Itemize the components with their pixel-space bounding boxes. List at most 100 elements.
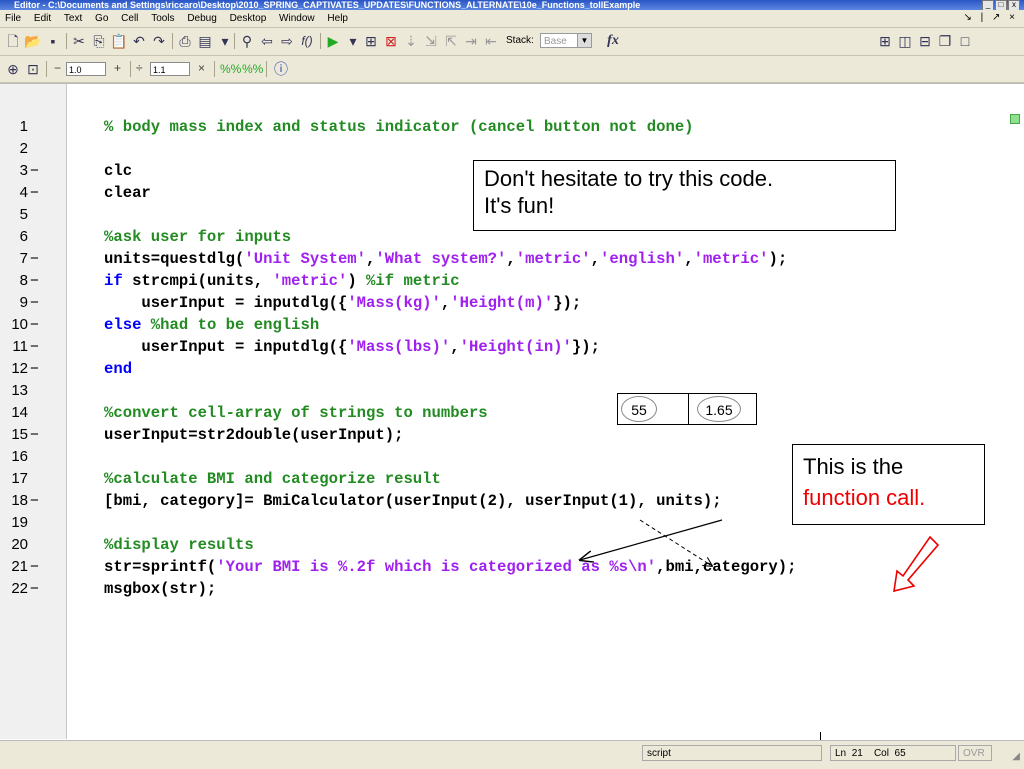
menu-text[interactable]: Text: [59, 10, 87, 24]
chevron-down-icon[interactable]: ▾: [344, 32, 362, 50]
message-indicator[interactable]: [1010, 114, 1020, 124]
cut-icon[interactable]: ✂: [70, 32, 88, 50]
breakpoint-marker[interactable]: −: [30, 248, 39, 270]
increment-value-input[interactable]: 1.0: [66, 62, 106, 76]
stack-select[interactable]: Base ▼: [540, 33, 592, 48]
menu-cell[interactable]: Cell: [116, 10, 143, 24]
print-icon[interactable]: ⎙: [176, 32, 194, 50]
evaluate-cell-icon[interactable]: ⊡: [24, 60, 42, 78]
open-file-icon[interactable]: 📂: [24, 32, 42, 50]
step-icon[interactable]: ⇣: [402, 32, 420, 50]
menu-edit[interactable]: Edit: [29, 10, 56, 24]
code-text[interactable]: userInput = inputdlg({'Mass(lbs)','Heigh…: [104, 336, 600, 358]
divide-button[interactable]: ÷: [136, 61, 143, 75]
code-text[interactable]: userInput=str2double(userInput);: [104, 424, 403, 446]
minimize-button[interactable]: _: [982, 0, 994, 10]
code-line[interactable]: 8− if strcmpi(units, 'metric') %if metric: [0, 270, 1000, 292]
code-text[interactable]: clc: [104, 160, 132, 182]
code-text[interactable]: %convert cell-array of strings to number…: [104, 402, 488, 424]
code-line[interactable]: 1 % body mass index and status indicator …: [0, 116, 1000, 138]
code-text[interactable]: %calculate BMI and categorize result: [104, 468, 441, 490]
breakpoint-marker[interactable]: −: [30, 292, 39, 314]
code-line[interactable]: 13: [0, 380, 1000, 402]
menu-go[interactable]: Go: [90, 10, 113, 24]
step-in-icon[interactable]: ⇲: [422, 32, 440, 50]
code-text[interactable]: else %had to be english: [104, 314, 319, 336]
multiply-button[interactable]: ×: [198, 61, 205, 75]
scale-value-input[interactable]: 1.1: [150, 62, 190, 76]
undo-icon[interactable]: ↶: [130, 32, 148, 50]
info-icon[interactable]: ⓘ: [272, 60, 290, 78]
code-line[interactable]: 11− userInput = inputdlg({'Mass(lbs)','H…: [0, 336, 1000, 358]
breakpoint-marker[interactable]: −: [30, 336, 39, 358]
copy-icon[interactable]: ⎘: [90, 32, 108, 50]
code-line[interactable]: 2: [0, 138, 1000, 160]
code-line[interactable]: 7− units=questdlg('Unit System','What sys…: [0, 248, 1000, 270]
menu-tools[interactable]: Tools: [146, 10, 179, 24]
menu-window[interactable]: Window: [274, 10, 320, 24]
menu-help[interactable]: Help: [322, 10, 353, 24]
code-line[interactable]: 14 %convert cell-array of strings to numb…: [0, 402, 1000, 424]
menu-desktop[interactable]: Desktop: [225, 10, 272, 24]
uncomment-icon[interactable]: %%: [242, 60, 263, 78]
menu-file[interactable]: File: [0, 10, 26, 24]
breakpoint-marker[interactable]: −: [30, 182, 39, 204]
fx-icon[interactable]: fx: [604, 32, 622, 50]
new-file-icon[interactable]: 🗋: [4, 32, 22, 50]
maximize-doc-icon[interactable]: □: [956, 32, 974, 50]
resize-grip-icon[interactable]: ◢: [1012, 751, 1020, 762]
code-text[interactable]: if strcmpi(units, 'metric') %if metric: [104, 270, 460, 292]
insert-cell-icon[interactable]: ⊕: [4, 60, 22, 78]
comment-icon[interactable]: %%: [220, 60, 241, 78]
breakpoint-marker[interactable]: −: [30, 160, 39, 182]
binoculars-icon[interactable]: ⚲: [238, 32, 256, 50]
breakpoint-marker[interactable]: −: [30, 358, 39, 380]
code-line[interactable]: 9− userInput = inputdlg({'Mass(kg)','Hei…: [0, 292, 1000, 314]
fx-function-icon[interactable]: f(): [298, 32, 316, 50]
breakpoint-marker[interactable]: −: [30, 556, 39, 578]
code-text[interactable]: %display results: [104, 534, 254, 556]
close-button[interactable]: x: [1008, 0, 1020, 10]
decrement-button[interactable]: −: [54, 61, 61, 75]
chevron-down-icon[interactable]: ▼: [577, 34, 591, 47]
code-text[interactable]: end: [104, 358, 132, 380]
dock-controls[interactable]: ↘ | ↗ ×: [963, 12, 1018, 23]
breakpoint-marker[interactable]: −: [30, 424, 39, 446]
chevron-down-icon[interactable]: ▾: [216, 32, 234, 50]
find-files-icon[interactable]: ▤: [196, 32, 214, 50]
paste-icon[interactable]: 📋: [110, 32, 128, 50]
code-line[interactable]: 12− end: [0, 358, 1000, 380]
code-text[interactable]: userInput = inputdlg({'Mass(kg)','Height…: [104, 292, 581, 314]
code-text[interactable]: clear: [104, 182, 151, 204]
step-out-icon[interactable]: ⇱: [442, 32, 460, 50]
code-line[interactable]: 20 %display results: [0, 534, 1000, 556]
maximize-button[interactable]: □: [995, 0, 1007, 10]
save-icon[interactable]: ▪: [44, 32, 62, 50]
code-line[interactable]: 22− msgbox(str);: [0, 578, 1000, 600]
code-text[interactable]: %ask user for inputs: [104, 226, 291, 248]
set-breakpoint-icon[interactable]: ⊞: [362, 32, 380, 50]
clear-breakpoint-icon[interactable]: ⊠: [382, 32, 400, 50]
cascade-icon[interactable]: ❐: [936, 32, 954, 50]
back-icon[interactable]: ⇦: [258, 32, 276, 50]
menu-debug[interactable]: Debug: [182, 10, 221, 24]
run-icon[interactable]: ▶: [324, 32, 342, 50]
forward-icon[interactable]: ⇨: [278, 32, 296, 50]
code-text[interactable]: [bmi, category]= BmiCalculator(userInput…: [104, 490, 722, 512]
tile-grid-icon[interactable]: ⊞: [876, 32, 894, 50]
code-line[interactable]: 21− str=sprintf('Your BMI is %.2f which i…: [0, 556, 1000, 578]
code-line[interactable]: 15− userInput=str2double(userInput);: [0, 424, 1000, 446]
continue-icon[interactable]: ⇥: [462, 32, 480, 50]
code-text[interactable]: msgbox(str);: [104, 578, 216, 600]
code-text[interactable]: str=sprintf('Your BMI is %.2f which is c…: [104, 556, 797, 578]
breakpoint-marker[interactable]: −: [30, 270, 39, 292]
tile-horizontal-icon[interactable]: ⊟: [916, 32, 934, 50]
code-text[interactable]: % body mass index and status indicator (…: [104, 116, 694, 138]
tile-vertical-icon[interactable]: ◫: [896, 32, 914, 50]
exit-debug-icon[interactable]: ⇤: [482, 32, 500, 50]
code-text[interactable]: units=questdlg('Unit System','What syste…: [104, 248, 787, 270]
breakpoint-marker[interactable]: −: [30, 314, 39, 336]
breakpoint-marker[interactable]: −: [30, 578, 39, 600]
code-line[interactable]: 10− else %had to be english: [0, 314, 1000, 336]
increment-button[interactable]: +: [114, 61, 121, 75]
